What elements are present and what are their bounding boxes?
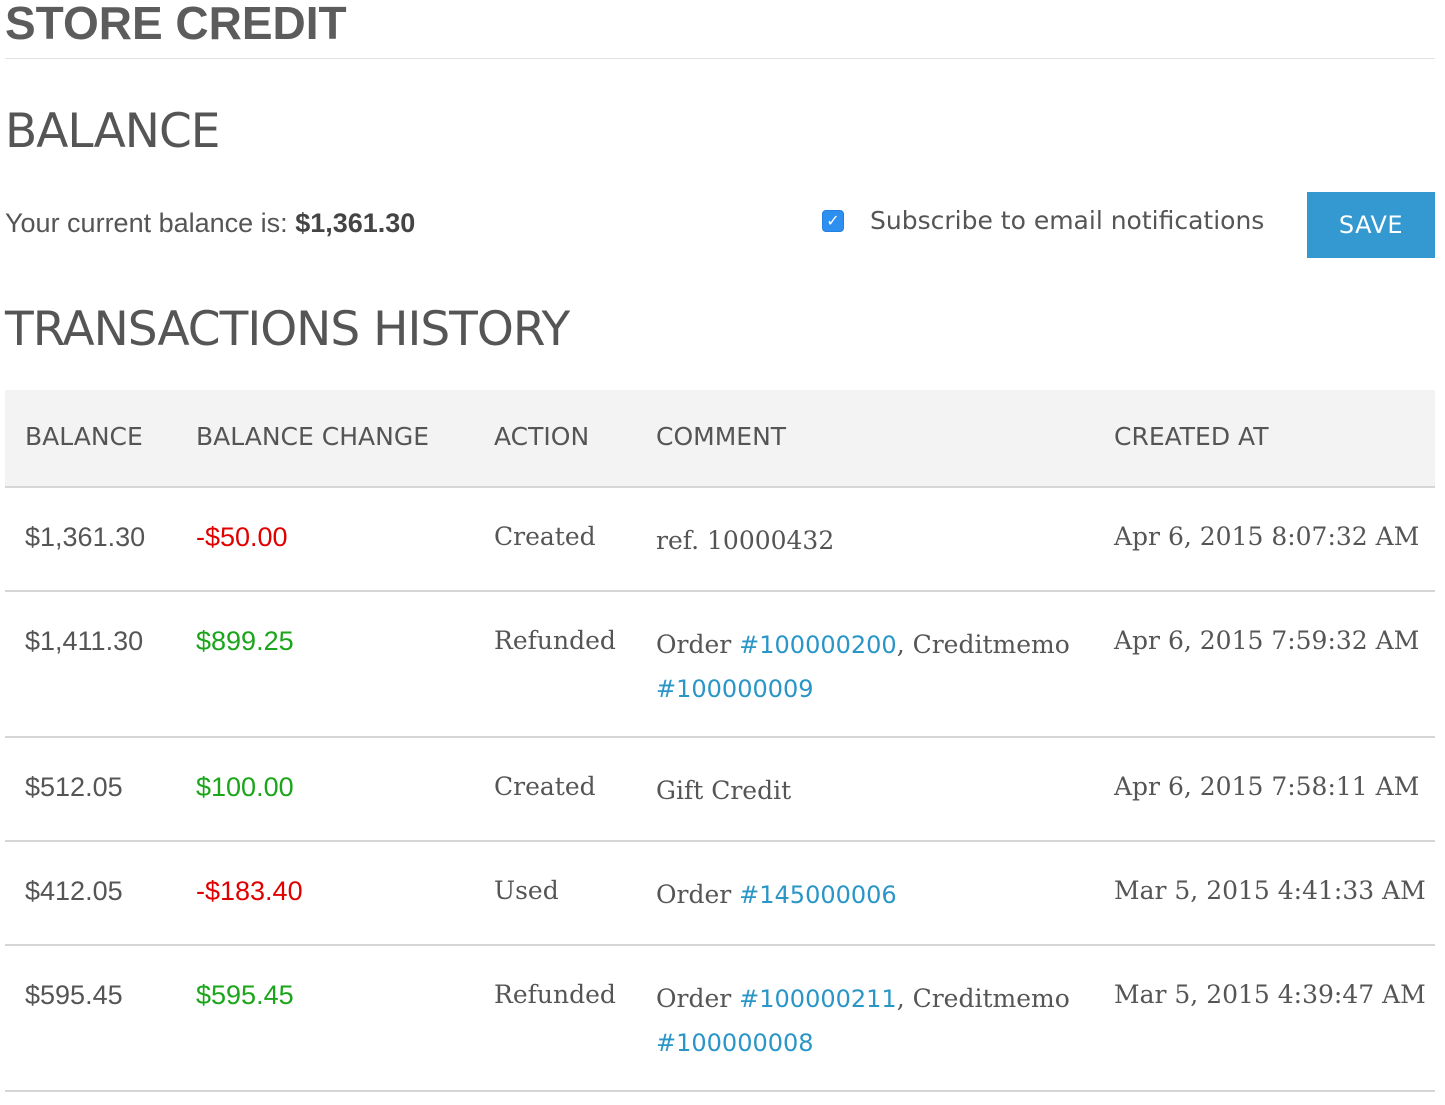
column-header-balance-change: BALANCE CHANGE — [196, 422, 429, 451]
row-comment: Order #100000200, Creditmemo #100000009 — [656, 623, 1086, 711]
row-balance: $412.05 — [25, 876, 123, 906]
comment-prefix: Order — [656, 880, 740, 909]
row-action: Refunded — [494, 626, 616, 655]
table-row: $512.05 $100.00 Created Gift Credit Apr … — [5, 738, 1435, 842]
row-comment: Order #100000211, Creditmemo #100000008 — [656, 977, 1086, 1065]
table-row: $595.45 $595.45 Refunded Order #10000021… — [5, 946, 1435, 1092]
order-link[interactable]: #100000200 — [739, 631, 897, 659]
row-action: Used — [494, 876, 559, 905]
row-balance: $1,411.30 — [25, 626, 144, 656]
row-comment: Order #145000006 — [656, 873, 1086, 917]
column-header-balance: BALANCE — [25, 422, 143, 451]
table-row: $1,411.30 $899.25 Refunded Order #100000… — [5, 592, 1435, 738]
balance-label: Your current balance is: — [5, 208, 288, 238]
title-divider — [5, 58, 1435, 59]
balance-heading: BALANCE — [5, 104, 220, 159]
subscribe-checkbox[interactable]: ✓ — [822, 209, 844, 232]
order-link[interactable]: #100000211 — [739, 985, 897, 1013]
subscribe-label[interactable]: Subscribe to email notifications — [870, 206, 1264, 235]
table-row: $412.05 -$183.40 Used Order #145000006 M… — [5, 842, 1435, 946]
transactions-table: BALANCE BALANCE CHANGE ACTION COMMENT CR… — [5, 390, 1435, 1092]
row-balance-change: -$183.40 — [196, 876, 303, 906]
row-comment: Gift Credit — [656, 776, 792, 805]
page-title: STORE CREDIT — [5, 0, 347, 49]
table-row: $1,361.30 -$50.00 Created ref. 10000432 … — [5, 488, 1435, 592]
row-balance-change: -$50.00 — [196, 522, 288, 552]
current-balance: Your current balance is: $1,361.30 — [5, 208, 415, 239]
row-created-at: Mar 5, 2015 4:41:33 AM — [1114, 876, 1426, 905]
row-action: Created — [494, 522, 596, 551]
comment-mid: , Creditmemo — [896, 630, 1070, 659]
order-link[interactable]: #145000006 — [739, 881, 897, 909]
row-balance: $512.05 — [25, 772, 123, 802]
row-created-at: Apr 6, 2015 7:59:32 AM — [1114, 626, 1420, 655]
column-header-comment: COMMENT — [656, 422, 787, 451]
comment-prefix: Order — [656, 630, 740, 659]
row-balance-change: $899.25 — [196, 626, 294, 656]
row-action: Refunded — [494, 980, 616, 1009]
row-action: Created — [494, 772, 596, 801]
row-balance-change: $100.00 — [196, 772, 294, 802]
creditmemo-link[interactable]: #100000008 — [656, 1029, 814, 1057]
column-header-created-at: CREATED AT — [1114, 422, 1269, 451]
table-header: BALANCE BALANCE CHANGE ACTION COMMENT CR… — [5, 390, 1435, 488]
column-header-action: ACTION — [494, 422, 590, 451]
row-created-at: Mar 5, 2015 4:39:47 AM — [1114, 980, 1426, 1009]
creditmemo-link[interactable]: #100000009 — [656, 675, 814, 703]
transactions-heading: TRANSACTIONS HISTORY — [5, 302, 570, 357]
comment-prefix: Order — [656, 984, 740, 1013]
save-button[interactable]: SAVE — [1307, 192, 1435, 258]
checkmark-icon: ✓ — [826, 210, 840, 230]
subscribe-option[interactable]: ✓ Subscribe to email notifications — [822, 206, 1264, 235]
comment-mid: , Creditmemo — [896, 984, 1070, 1013]
row-balance: $1,361.30 — [25, 522, 146, 552]
row-balance-change: $595.45 — [196, 980, 294, 1010]
row-created-at: Apr 6, 2015 7:58:11 AM — [1114, 772, 1420, 801]
row-comment: ref. 10000432 — [656, 526, 835, 555]
row-created-at: Apr 6, 2015 8:07:32 AM — [1114, 522, 1420, 551]
row-balance: $595.45 — [25, 980, 123, 1010]
balance-amount: $1,361.30 — [295, 208, 416, 238]
